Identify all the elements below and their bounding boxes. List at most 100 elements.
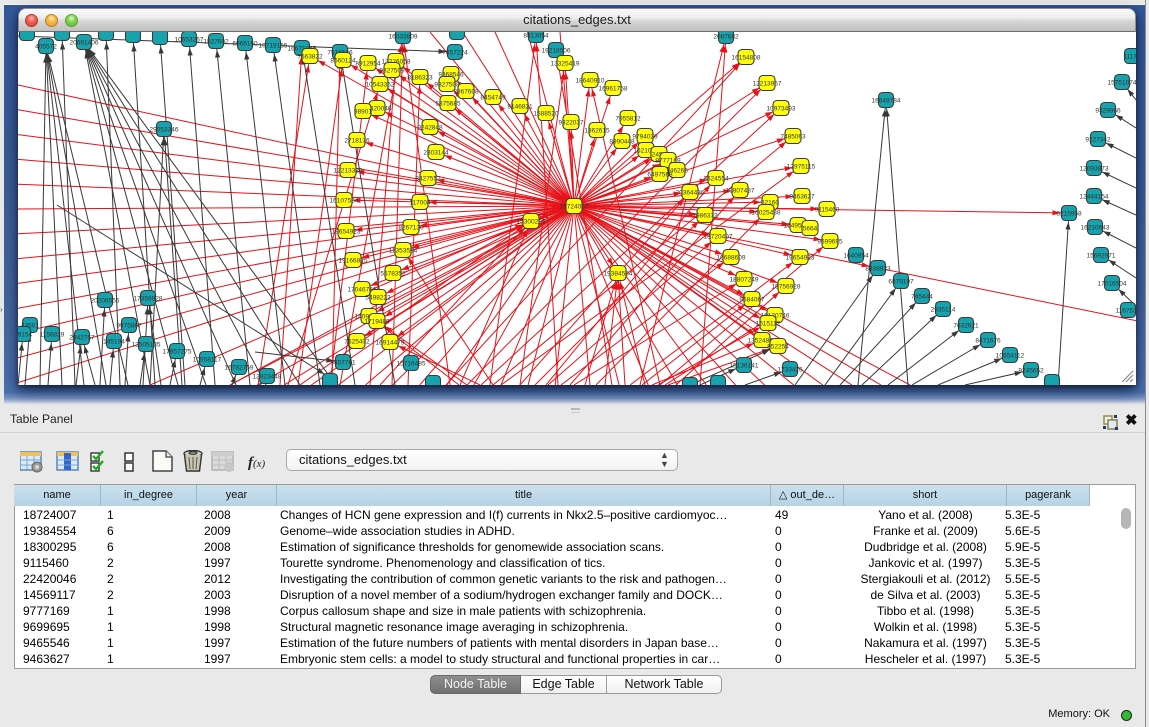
svg-text:9115460: 9115460 (815, 207, 840, 214)
svg-text:2935114: 2935114 (931, 307, 956, 314)
svg-text:8471676: 8471676 (975, 338, 1001, 345)
svg-text:145194: 145194 (103, 339, 125, 346)
svg-text:1733426: 1733426 (777, 367, 803, 374)
svg-text:12975115: 12975115 (787, 164, 816, 171)
svg-text:117004: 117004 (409, 200, 431, 207)
svg-text:10025438: 10025438 (752, 210, 781, 217)
svg-text:9327509: 9327509 (379, 68, 405, 75)
svg-text:8454749: 8454749 (480, 95, 506, 102)
svg-text:6966160: 6966160 (232, 41, 258, 48)
svg-text:20206556: 20206556 (91, 298, 120, 305)
svg-text:16914479: 16914479 (376, 340, 405, 347)
svg-text:98901: 98901 (354, 109, 372, 116)
svg-text:9794028: 9794028 (632, 134, 658, 141)
svg-text:15751074: 15751074 (1108, 80, 1136, 87)
svg-text:2087682: 2087682 (713, 34, 739, 41)
svg-text:5498222: 5498222 (365, 295, 391, 302)
svg-text:9329966: 9329966 (1095, 108, 1121, 115)
svg-text:7625402: 7625402 (344, 339, 370, 346)
svg-text:29053346: 29053346 (150, 127, 179, 134)
svg-text:10719155: 10719155 (259, 43, 288, 50)
svg-text:8660124: 8660124 (330, 58, 356, 65)
svg-text:13325419: 13325419 (551, 61, 580, 68)
svg-text:18724007: 18724007 (560, 204, 589, 211)
svg-text:9457791: 9457791 (330, 360, 356, 367)
svg-text:10543362: 10543362 (366, 82, 395, 89)
svg-text:405572: 405572 (35, 44, 57, 51)
svg-text:18807249: 18807249 (730, 277, 759, 284)
svg-text:39154: 39154 (18, 332, 32, 339)
svg-text:15300295: 15300295 (517, 219, 546, 226)
svg-text:7986372: 7986372 (692, 213, 718, 220)
svg-text:16033809: 16033809 (389, 34, 418, 41)
svg-text:1640954: 1640954 (843, 253, 869, 260)
svg-text:17016504: 17016504 (1098, 281, 1127, 288)
svg-text:19654923: 19654923 (332, 229, 361, 236)
svg-text:16210643: 16210643 (1081, 225, 1110, 232)
svg-text:16154808: 16154808 (732, 55, 761, 62)
svg-text:8186323: 8186323 (407, 75, 433, 82)
svg-text:1527602: 1527602 (203, 39, 229, 46)
svg-text:1588520: 1588520 (533, 111, 559, 118)
svg-text:10973493: 10973493 (767, 106, 796, 113)
svg-text:7955812: 7955812 (615, 116, 641, 123)
svg-text:12505135: 12505135 (132, 342, 161, 349)
svg-text:8267130: 8267130 (398, 225, 424, 232)
svg-text:1362615: 1362615 (584, 128, 610, 135)
svg-text:9242848: 9242848 (417, 125, 443, 132)
svg-text:15716485: 15716485 (397, 361, 426, 368)
svg-text:10807487: 10807487 (726, 188, 755, 195)
svg-text:9975867: 9975867 (116, 323, 142, 330)
svg-text:9684067: 9684067 (739, 297, 765, 304)
svg-text:3624554: 3624554 (703, 176, 729, 183)
svg-text:19384554: 19384554 (604, 271, 633, 278)
svg-text:20364436: 20364436 (676, 190, 705, 197)
svg-text:9245652: 9245652 (1018, 368, 1044, 375)
svg-text:(x): (x) (253, 458, 266, 470)
svg-text:5875685: 5875685 (435, 101, 461, 108)
svg-text:10654112: 10654112 (996, 353, 1025, 360)
svg-text:19166825: 19166825 (339, 258, 368, 265)
svg-text:5664: 5664 (803, 226, 818, 233)
svg-text:15692971: 15692971 (1087, 253, 1116, 260)
svg-text:1156829: 1156829 (40, 332, 65, 339)
svg-text:9227342: 9227342 (1085, 137, 1111, 144)
svg-text:252254: 252254 (767, 344, 789, 351)
svg-text:745444: 745444 (911, 294, 933, 301)
svg-text:2967608: 2967608 (453, 89, 479, 96)
svg-text:12213967: 12213967 (753, 81, 782, 88)
svg-text:1615112: 1615112 (756, 321, 781, 328)
svg-text:18640910: 18640910 (576, 78, 605, 85)
svg-text:2803144: 2803144 (423, 150, 449, 157)
svg-text:11172: 11172 (1123, 54, 1136, 61)
svg-text:12444154: 12444154 (1080, 194, 1109, 201)
svg-text:8427552: 8427552 (415, 176, 441, 183)
svg-text:6497568: 6497568 (647, 172, 673, 179)
svg-text:20691406: 20691406 (70, 40, 99, 47)
svg-text:19654923: 19654923 (786, 255, 815, 262)
svg-text:11353594: 11353594 (389, 248, 418, 255)
svg-text:16648784: 16648784 (872, 98, 901, 105)
svg-text:2718176: 2718176 (344, 138, 370, 145)
svg-text:10653267: 10653267 (175, 37, 204, 44)
svg-text:15136141: 15136141 (730, 363, 759, 370)
svg-text:15720407: 15720407 (704, 234, 733, 241)
svg-text:19218506: 19218506 (542, 48, 571, 55)
svg-text:12093873: 12093873 (1080, 166, 1109, 173)
svg-text:1719489: 1719489 (364, 319, 390, 326)
svg-text:9327508: 9327508 (434, 82, 460, 89)
svg-text:8990448: 8990448 (609, 139, 635, 146)
svg-text:5578352: 5578352 (380, 271, 406, 278)
svg-text:16961758: 16961758 (599, 86, 628, 93)
svg-text:12923448: 12923448 (253, 374, 282, 381)
svg-text:10688609: 10688609 (717, 255, 746, 262)
svg-text:9699695: 9699695 (817, 239, 843, 246)
svg-text:1167534: 1167534 (1116, 308, 1136, 315)
svg-text:16107554: 16107554 (330, 198, 359, 205)
svg-text:9322037: 9322037 (558, 120, 584, 127)
svg-text:9463627: 9463627 (789, 194, 815, 201)
svg-text:7485063: 7485063 (780, 134, 806, 141)
svg-text:16782759: 16782759 (225, 365, 254, 372)
svg-text:8215958: 8215958 (1056, 211, 1082, 218)
svg-text:8813054: 8813054 (523, 33, 549, 40)
